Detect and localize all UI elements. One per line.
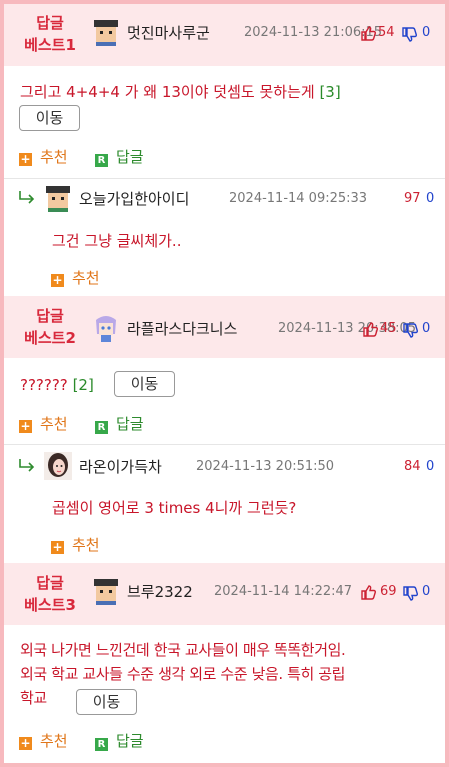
reply-icon: R [95,421,108,434]
reply-downvote-count: 0 [426,191,435,206]
best-badge-line2: 베스트2 [24,329,76,347]
reply-button[interactable]: R 답글 [95,146,144,167]
plus-icon: + [19,419,32,433]
recommend-label: 추천 [72,269,100,287]
move-button[interactable]: 이동 [19,105,80,131]
thumbs-up-icon[interactable] [362,321,378,337]
downvote-count: 0 [422,321,431,336]
reply-count[interactable]: [2] [73,376,94,394]
comment-text-line: 외국 나가면 느낀건데 한국 교사들이 매우 똑똑한거임. [20,641,346,659]
reply-button[interactable]: R 답글 [95,413,144,434]
reply-arrow-icon [19,191,35,204]
comment-text: 그리고 4+4+4 가 왜 13이야 덧셈도 못하는게 [20,83,315,101]
reply-nickname[interactable]: 라온이가득차 [79,456,162,477]
thumbs-down-icon[interactable] [401,27,417,43]
plus-icon: + [51,273,64,287]
move-button[interactable]: 이동 [114,371,175,397]
recommend-label: 추천 [40,415,68,433]
comment-header: 답글 베스트2 라플라스다크니스 2024-11-13 20:38:05 45 … [4,296,445,358]
plus-icon: + [51,540,64,554]
plus-icon: + [19,736,32,750]
upvote-count: 69 [380,584,397,599]
reply-label: 답글 [116,732,144,750]
reply-nickname[interactable]: 오늘가입한아이디 [79,188,189,209]
reply-recommend-button[interactable]: + 추천 [51,534,100,555]
best-badge-line2: 베스트3 [24,596,76,614]
reply-arrow-icon [19,459,35,472]
avatar[interactable] [92,18,120,46]
comment-header: 답글 베스트1 멋진마사루군 2024-11-13 21:06:15 54 0 [4,4,445,66]
reply-icon: R [95,738,108,751]
reply-count[interactable]: [3] [319,83,340,101]
best-badge: 답글 베스트1 [14,12,86,56]
reply-text: 그건 그냥 글씨체가.. [52,232,182,250]
avatar[interactable] [44,452,72,480]
best-replies-panel: 답글 베스트1 멋진마사루군 2024-11-13 21:06:15 54 0 … [4,4,445,763]
reply-text: 곱셈이 영어로 3 times 4니까 그런듯? [52,499,297,517]
nickname[interactable]: 라플라스다크니스 [127,318,237,339]
comment-body: ?????? [2] [20,373,94,397]
reply-button[interactable]: R 답글 [95,730,144,751]
reply-upvote-count: 84 [404,459,421,474]
recommend-button[interactable]: + 추천 [19,730,68,751]
nickname[interactable]: 멋진마사루군 [127,22,210,43]
avatar[interactable] [92,314,120,342]
divider [4,178,445,179]
best-badge: 답글 베스트2 [14,305,86,349]
reply-date: 2024-11-14 09:25:33 [229,191,368,206]
best-badge-line2: 베스트1 [24,36,76,54]
best-badge-line1: 답글 [36,574,64,592]
plus-icon: + [19,152,32,166]
best-badge-line1: 답글 [36,14,64,32]
comment-text: ?????? [20,376,68,394]
reply-label: 답글 [116,148,144,166]
reply-downvote-count: 0 [426,459,435,474]
upvote-count: 45 [380,321,397,336]
reply-icon: R [95,154,108,167]
thumbs-down-icon[interactable] [402,586,418,602]
downvote-count: 0 [422,25,431,40]
move-button[interactable]: 이동 [76,689,137,715]
reply-label: 답글 [116,415,144,433]
recommend-button[interactable]: + 추천 [19,413,68,434]
comment-date: 2024-11-14 14:22:47 [214,584,353,599]
comment-text-line: 외국 학교 교사들 수준 생각 외로 수준 낮음. 특히 공립 [20,665,346,683]
thumbs-up-icon[interactable] [360,25,376,41]
nickname[interactable]: 브루2322 [127,581,193,602]
thumbs-down-icon[interactable] [402,323,418,339]
recommend-label: 추천 [40,148,68,166]
comment-body: 그리고 4+4+4 가 왜 13이야 덧셈도 못하는게 [3] [20,80,341,104]
best-badge: 답글 베스트3 [14,572,86,616]
avatar[interactable] [92,577,120,605]
reply-recommend-button[interactable]: + 추천 [51,267,100,288]
recommend-label: 추천 [72,536,100,554]
reply-upvote-count: 97 [404,191,421,206]
divider [4,444,445,445]
reply-date: 2024-11-13 20:51:50 [196,459,335,474]
recommend-label: 추천 [40,732,68,750]
comment-header: 답글 베스트3 브루2322 2024-11-14 14:22:47 69 0 [4,563,445,625]
downvote-count: 0 [422,584,431,599]
upvote-count: 54 [378,25,395,40]
best-badge-line1: 답글 [36,307,64,325]
avatar[interactable] [44,184,72,212]
recommend-button[interactable]: + 추천 [19,146,68,167]
thumbs-up-icon[interactable] [360,584,376,600]
